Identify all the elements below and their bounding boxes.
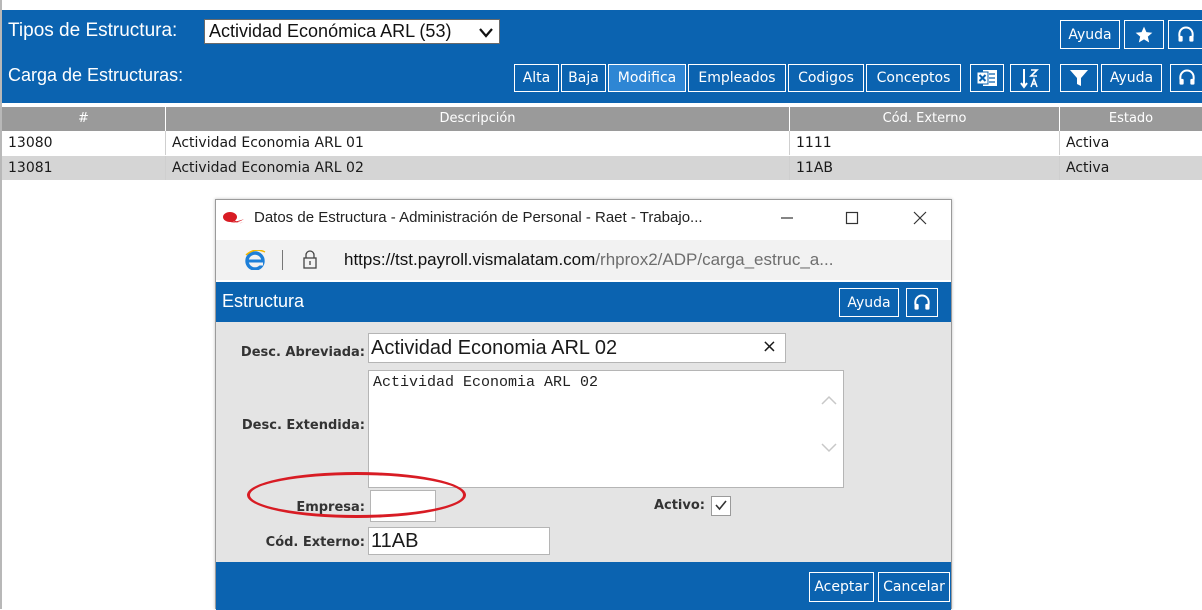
long-desc-label: Desc. Extendida: (241, 418, 365, 433)
long-desc-textarea[interactable]: Actividad Economia ARL 02 (368, 370, 844, 488)
cell-status: Activa (1066, 135, 1110, 151)
sort-button[interactable] (1010, 64, 1050, 92)
clear-input-button[interactable]: × (762, 334, 777, 360)
cell-id: 13080 (2, 131, 166, 155)
cell-id: 13081 (2, 156, 166, 180)
close-icon (913, 210, 927, 229)
lock-icon (302, 249, 318, 273)
filter-icon (1069, 68, 1089, 88)
check-icon (714, 497, 728, 516)
column-header-id[interactable]: # (2, 107, 166, 131)
section-title: Estructura (222, 291, 305, 311)
table-header: # Descripción Cód. Externo Estado (2, 107, 1202, 131)
chevron-down-icon (479, 23, 493, 38)
column-header-description[interactable]: Descripción (166, 107, 790, 131)
cell-external-code: 1111 (790, 131, 1060, 155)
export-excel-button[interactable] (970, 64, 1004, 92)
long-desc-value: Actividad Economia ARL 02 (373, 374, 599, 391)
minimize-button[interactable] (775, 208, 799, 230)
scroll-down-icon[interactable] (821, 441, 837, 458)
main-header: Tipos de Estructura: Actividad Económica… (2, 10, 1202, 103)
help-button-top[interactable]: Ayuda (1060, 20, 1120, 49)
empleados-button[interactable]: Empleados (688, 64, 786, 92)
active-label: Activo: (653, 498, 705, 513)
url-text[interactable]: https://tst.payroll.vismalatam.com/rhpro… (344, 250, 833, 270)
alta-button[interactable]: Alta (514, 64, 559, 92)
headset-icon (912, 293, 932, 313)
external-code-input[interactable]: 11AB (368, 527, 550, 555)
cell-description: Actividad Economia ARL 01 (166, 131, 790, 155)
url-domain: https://tst.payroll.vismalatam.com (344, 250, 596, 269)
popup-help-button[interactable]: Ayuda (839, 288, 899, 317)
active-checkbox[interactable] (711, 496, 731, 516)
favorite-button[interactable] (1124, 20, 1164, 49)
structure-type-label: Tipos de Estructura: (8, 20, 178, 41)
codigos-button[interactable]: Codigos (788, 64, 864, 92)
minimize-icon (780, 210, 794, 229)
sort-az-icon (1019, 67, 1041, 89)
help-button[interactable]: Ayuda (1101, 64, 1162, 92)
structure-form: Desc. Abreviada: Actividad Economia ARL … (216, 322, 951, 562)
support-button-top[interactable] (1168, 20, 1202, 49)
support-button[interactable] (1170, 64, 1202, 92)
accept-button[interactable]: Aceptar (809, 572, 874, 602)
structure-header-bar: Estructura Ayuda (216, 282, 951, 322)
window-title: Datos de Estructura - Administración de … (254, 209, 703, 226)
structure-type-value: Actividad Económica ARL (53) (209, 21, 452, 41)
modifica-button[interactable]: Modifica (608, 64, 686, 92)
ie-icon (244, 249, 266, 274)
baja-button[interactable]: Baja (561, 64, 606, 92)
structure-popup-window: Datos de Estructura - Administración de … (215, 199, 952, 610)
cell-status: Activa (1066, 160, 1110, 176)
page-subtitle: Carga de Estructuras: (8, 65, 184, 85)
short-desc-input[interactable]: Actividad Economia ARL 02 × (368, 333, 786, 363)
window-titlebar: Datos de Estructura - Administración de … (216, 200, 951, 238)
visma-logo-icon (222, 210, 246, 230)
short-desc-label: Desc. Abreviada: (240, 345, 365, 360)
headset-icon (1176, 25, 1196, 45)
popup-footer: Aceptar Cancelar (216, 562, 951, 610)
url-path: /rhprox2/ADP/carga_estruc_a... (595, 250, 834, 269)
table-row[interactable]: 13080 Actividad Economia ARL 01 1111 Act… (2, 131, 1202, 155)
scroll-up-icon[interactable] (821, 393, 837, 410)
cell-external-code: 11AB (790, 156, 1060, 180)
highlight-ellipse (247, 472, 466, 518)
filter-button[interactable] (1060, 64, 1098, 92)
star-icon (1134, 25, 1154, 45)
external-code-value: 11AB (371, 530, 419, 552)
structure-type-select[interactable]: Actividad Económica ARL (53) (204, 19, 500, 44)
maximize-icon (845, 210, 859, 229)
maximize-button[interactable] (840, 208, 864, 230)
popup-support-button[interactable] (906, 288, 938, 317)
cancel-button[interactable]: Cancelar (878, 572, 950, 602)
address-separator (282, 250, 283, 270)
excel-icon (976, 68, 998, 88)
column-header-status[interactable]: Estado (1060, 107, 1202, 131)
address-bar: https://tst.payroll.vismalatam.com/rhpro… (216, 240, 951, 280)
table-row[interactable]: 13081 Actividad Economia ARL 02 11AB Act… (2, 156, 1202, 180)
short-desc-value: Actividad Economia ARL 02 (371, 337, 618, 359)
headset-icon (1177, 68, 1197, 88)
column-header-external-code[interactable]: Cód. Externo (790, 107, 1060, 131)
conceptos-button[interactable]: Conceptos (866, 64, 961, 92)
cell-description: Actividad Economia ARL 02 (166, 156, 790, 180)
external-code-label: Cód. Externo: (265, 535, 365, 550)
close-window-button[interactable] (908, 208, 932, 230)
